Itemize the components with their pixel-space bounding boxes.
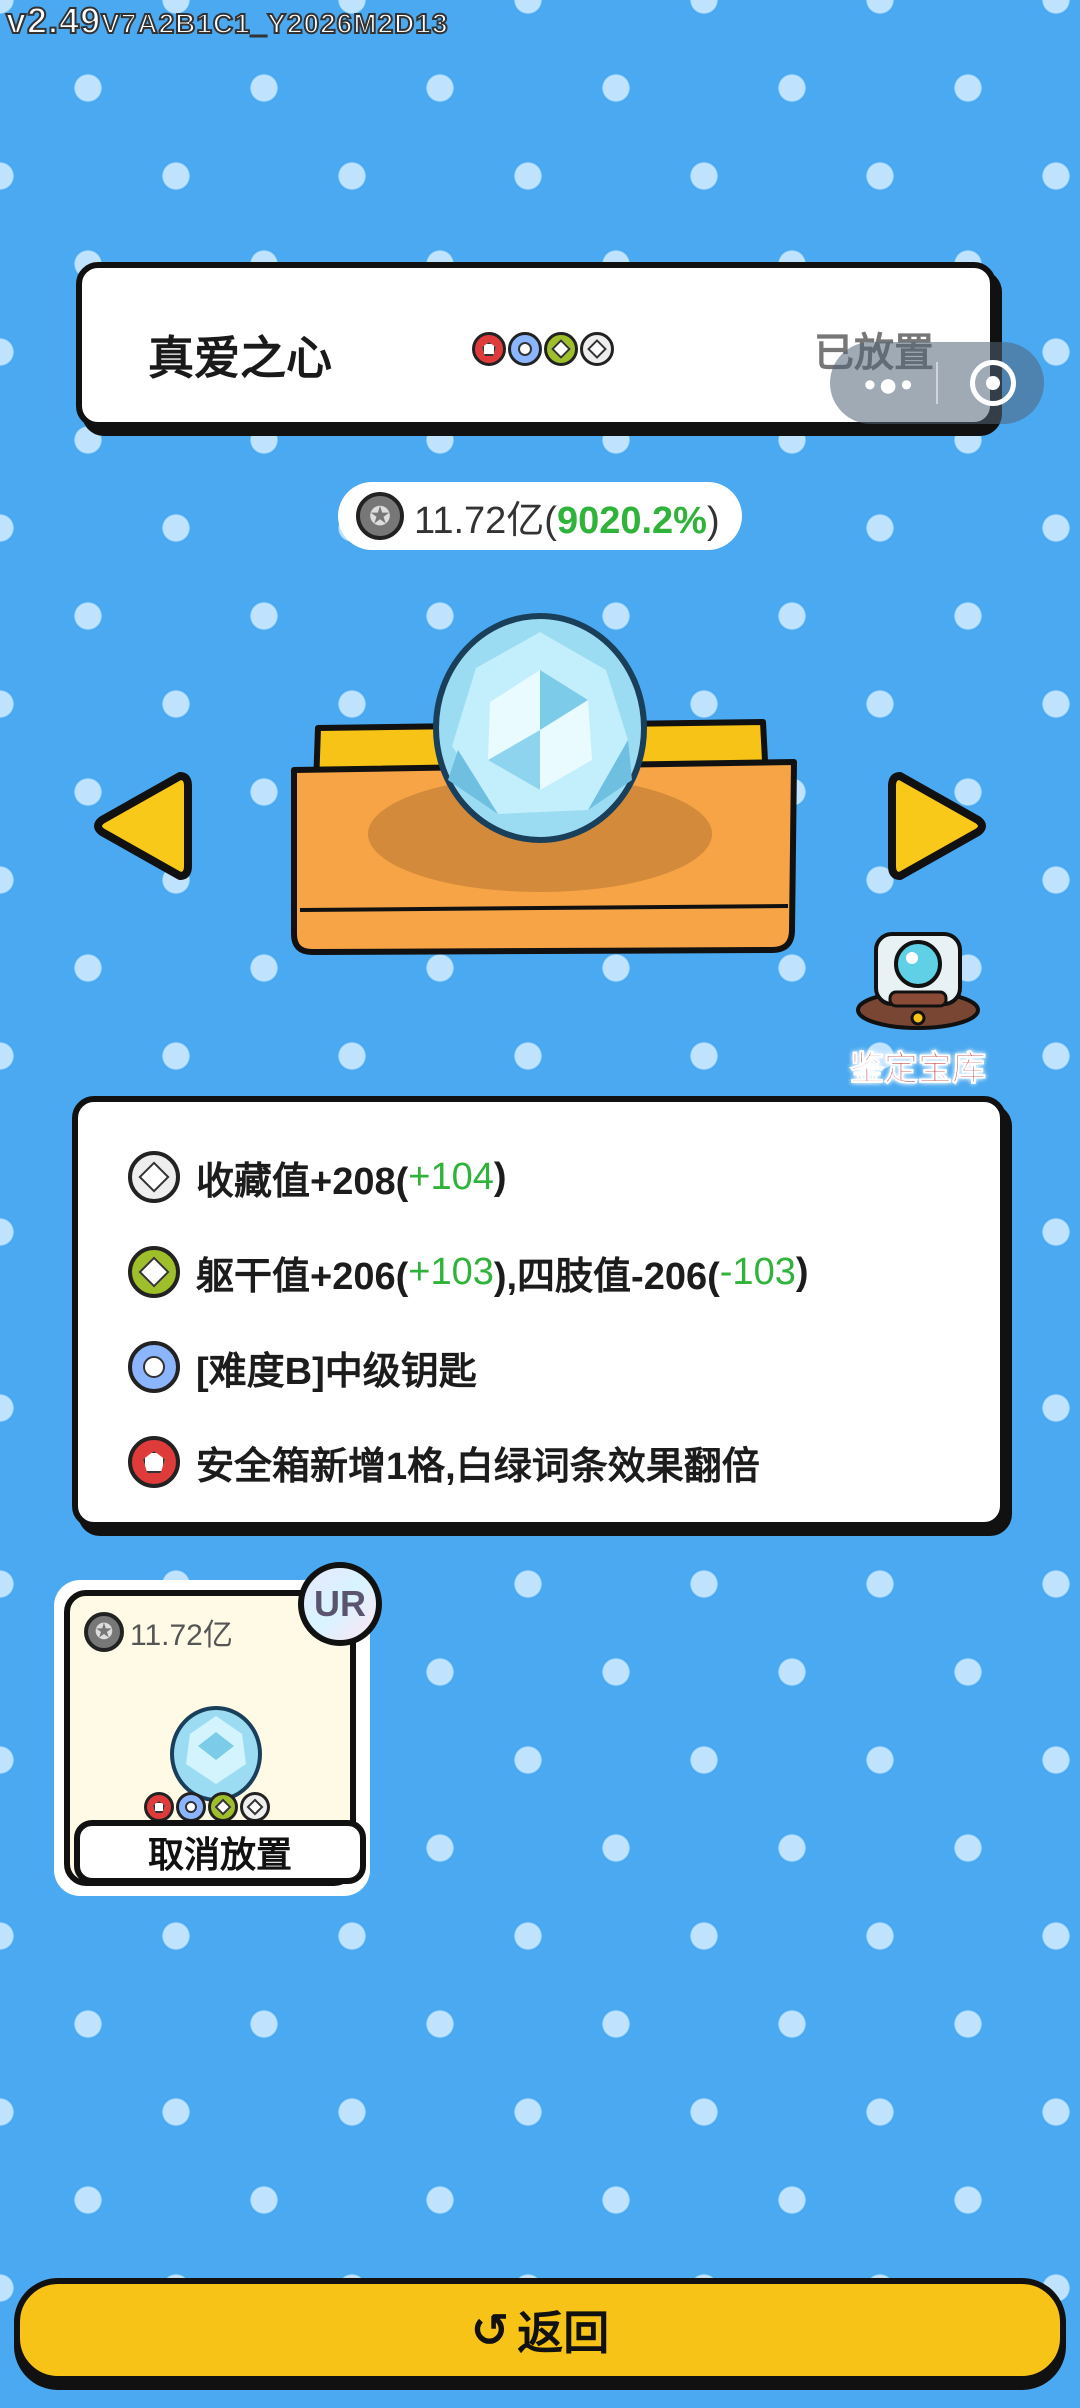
effect-row: [难度B]中级钥匙: [128, 1336, 1000, 1398]
blue-circle-gem-icon: [128, 1341, 180, 1393]
item-showcase: [288, 610, 798, 960]
effect-row: 安全箱新增1格,白绿词条效果翻倍: [128, 1431, 1000, 1493]
capsule-divider: [936, 362, 938, 404]
green-diamond-gem-icon: [544, 332, 578, 366]
item-value-percent: 9020.2%: [556, 499, 707, 542]
card-value: ✪ 11.72亿: [84, 1610, 233, 1654]
appraise-vault-label: 鉴定宝库: [850, 1050, 987, 1089]
white-diamond-gem-icon: [580, 332, 614, 366]
heart-gem-thumbnail-icon: [170, 1706, 262, 1802]
return-button[interactable]: ↺ 返回: [14, 2278, 1066, 2382]
white-diamond-gem-icon: [240, 1792, 270, 1822]
miniprogram-capsule: •●•: [830, 342, 1044, 424]
red-pentagon-gem-icon: [128, 1436, 180, 1488]
next-item-arrow[interactable]: [886, 768, 990, 889]
green-diamond-gem-icon: [208, 1792, 238, 1822]
version-label: v2.49V7A2B1C1_Y2026M2D13: [5, 0, 449, 42]
right-arrow-icon: [888, 772, 986, 880]
coin-icon: ✪: [356, 492, 404, 540]
effect-row: 收藏值+208(+104): [128, 1146, 1000, 1208]
blue-circle-gem-icon: [176, 1792, 206, 1822]
appraise-vault-icon: [856, 932, 980, 1030]
return-icon: ↺: [470, 2304, 510, 2356]
item-effects-panel: 收藏值+208(+104) 躯干值+206(+103),四肢值-206(-103…: [72, 1096, 1006, 1528]
effect-row: 躯干值+206(+103),四肢值-206(-103): [128, 1241, 1000, 1303]
white-diamond-gem-icon: [128, 1151, 180, 1203]
item-gem-icons: [472, 332, 614, 366]
return-button-label: 返回: [517, 2307, 610, 2359]
green-diamond-gem-icon: [128, 1246, 180, 1298]
left-arrow-icon: [94, 772, 192, 880]
rarity-badge: UR: [298, 1562, 382, 1646]
close-target-icon[interactable]: [970, 360, 1016, 406]
pedestal-with-gem-image: [291, 613, 797, 955]
more-menu-icon[interactable]: •●•: [864, 366, 914, 405]
card-gem-icons: [144, 1792, 270, 1822]
red-pentagon-gem-icon: [144, 1792, 174, 1822]
item-value-pill: ✪ 11.72亿(9020.2%): [338, 482, 742, 550]
appraise-vault-button[interactable]: 鉴定宝库: [836, 924, 1000, 1090]
item-value-text: 11.72亿(9020.2%): [414, 499, 720, 542]
blue-circle-gem-icon: [508, 332, 542, 366]
coin-icon: ✪: [84, 1612, 124, 1652]
red-pentagon-gem-icon: [472, 332, 506, 366]
item-name: 真爱之心: [148, 332, 332, 384]
previous-item-arrow[interactable]: [90, 768, 194, 889]
cancel-placement-button[interactable]: 取消放置: [74, 1820, 366, 1884]
